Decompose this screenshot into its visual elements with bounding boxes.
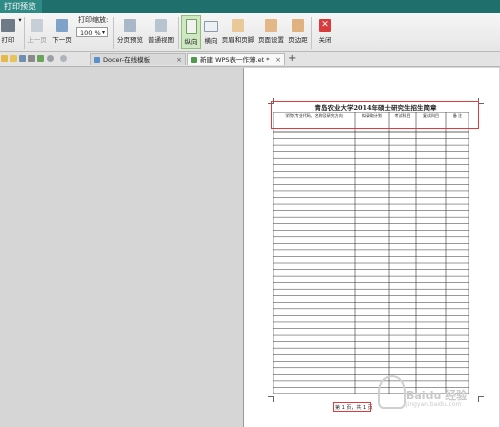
zoom-label: 打印缩放:	[78, 16, 109, 24]
margins-label: 页边距	[288, 36, 308, 44]
spreadsheet-icon	[191, 57, 197, 63]
printer-icon	[1, 19, 15, 32]
landscape-icon	[204, 21, 218, 32]
table-grid	[273, 112, 469, 394]
page-setup-label: 页面设置	[258, 36, 284, 44]
page-break-preview-button[interactable]: 分页预览	[115, 15, 145, 44]
close-icon: ✕	[319, 19, 331, 32]
header-footer-button[interactable]: 页眉和页脚	[221, 15, 255, 44]
tab-workbook[interactable]: 新建 WPS表一作薄.et * ×	[187, 53, 285, 65]
next-page-button[interactable]: 下一页	[50, 15, 74, 44]
landscape-button[interactable]: 横向	[202, 15, 220, 45]
page-setup-icon	[265, 19, 277, 32]
next-page-icon	[56, 19, 68, 32]
print-label: 打印	[1, 36, 15, 44]
normal-view-button[interactable]: 普通视图	[146, 15, 176, 44]
divider	[113, 17, 114, 49]
zoom-value: 100 %	[80, 29, 101, 37]
close-button[interactable]: ✕ 关闭	[314, 15, 336, 44]
print-button[interactable]: 打印	[0, 15, 16, 44]
chevron-down-icon: ▾	[101, 29, 105, 36]
tab-docer-templates[interactable]: Docer-在线模板 ×	[90, 53, 186, 65]
close-icon[interactable]: ×	[275, 54, 281, 65]
paw-icon	[378, 375, 406, 409]
divider	[24, 17, 25, 49]
next-page-label: 下一页	[52, 36, 72, 44]
tab-label: Docer-在线模板	[103, 56, 151, 64]
docer-icon	[94, 57, 100, 63]
prev-page-label: 上一页	[27, 36, 47, 44]
open-folder-icon[interactable]	[10, 55, 17, 62]
header-annotation-box	[271, 101, 479, 129]
portrait-label: 纵向	[184, 38, 198, 46]
watermark: Baidu 经验 jingyan.baidu.com	[376, 367, 496, 417]
watermark-subtext: jingyan.baidu.com	[406, 401, 462, 408]
normal-view-label: 普通视图	[148, 36, 174, 44]
footer-annotation-box	[333, 402, 371, 412]
redo-icon[interactable]	[60, 55, 67, 62]
new-tab-button[interactable]: +	[288, 53, 296, 65]
margin-corner-mark	[268, 396, 274, 402]
page-setup-button[interactable]: 页面设置	[256, 15, 286, 44]
portrait-button[interactable]: 纵向	[181, 15, 201, 46]
save-icon[interactable]	[19, 55, 26, 62]
header-footer-label: 页眉和页脚	[221, 36, 255, 44]
print-preview-icon[interactable]	[37, 55, 44, 62]
title-bar: 打印预览	[0, 0, 500, 13]
divider	[311, 17, 312, 49]
window-title: 打印预览	[0, 0, 42, 13]
header-footer-icon	[232, 19, 244, 32]
normal-view-icon	[155, 19, 167, 32]
close-icon[interactable]: ×	[176, 54, 182, 65]
page-break-label: 分页预览	[117, 36, 143, 44]
divider	[178, 17, 179, 49]
print-dropdown[interactable]: ▾	[17, 16, 23, 24]
margins-button[interactable]: 页边距	[287, 15, 309, 44]
landscape-label: 横向	[204, 37, 218, 45]
prev-page-button[interactable]: 上一页	[26, 15, 48, 44]
undo-icon[interactable]	[47, 55, 54, 62]
portrait-icon	[185, 19, 197, 34]
page-break-icon	[124, 19, 136, 32]
prev-page-icon	[31, 19, 43, 32]
wps-menu-icon[interactable]	[1, 55, 8, 62]
margins-icon	[292, 19, 304, 32]
print-icon[interactable]	[28, 55, 35, 62]
tab-label: 新建 WPS表一作薄.et *	[200, 56, 270, 64]
close-label: 关闭	[318, 36, 332, 44]
zoom-select[interactable]: 100 % ▾	[76, 27, 108, 37]
